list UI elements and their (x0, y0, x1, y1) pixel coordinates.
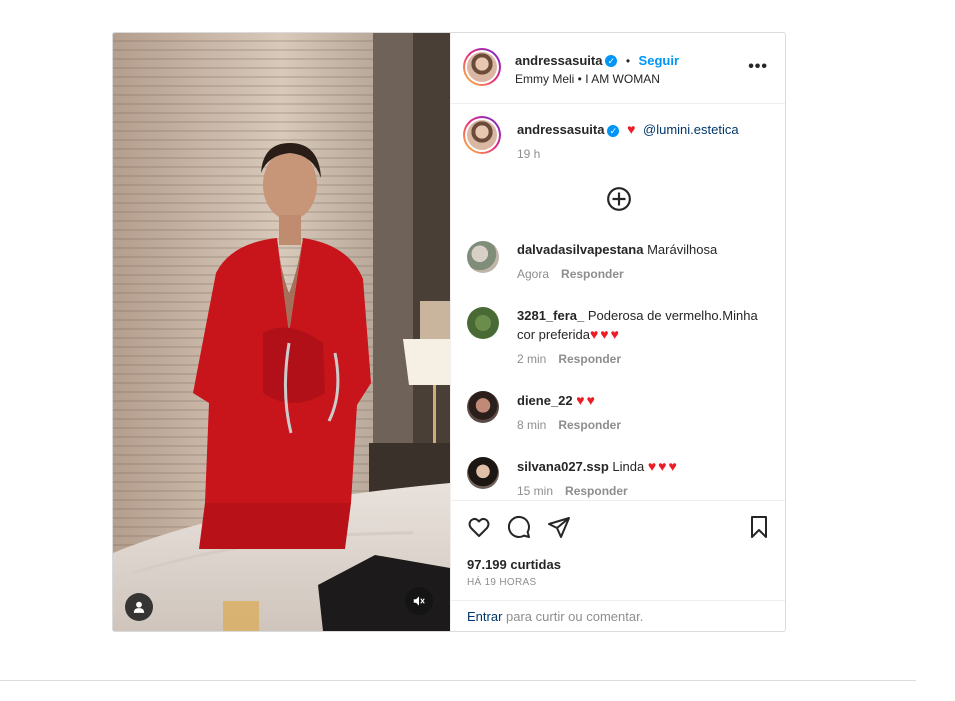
video-frame (113, 33, 450, 631)
dot-separator: • (625, 54, 631, 68)
caption-avatar[interactable] (463, 116, 501, 154)
audio-label[interactable]: Emmy Meli • I AM WOMAN (515, 72, 660, 86)
mute-button[interactable] (405, 587, 433, 615)
heart-icon[interactable] (467, 515, 491, 539)
caption-mention[interactable]: @lumini.estetica (643, 122, 739, 137)
comment-text: Linda (612, 459, 645, 474)
reply-button[interactable]: Responder (565, 484, 628, 498)
post-timestamp[interactable]: HÁ 19 HORAS (467, 577, 536, 588)
comment-item: diene_22 ♥♥ 8 min Responder (467, 391, 772, 441)
add-comment-icon[interactable] (606, 186, 632, 212)
comment-avatar[interactable] (467, 391, 499, 423)
verified-icon: ✓ (605, 54, 618, 67)
login-prompt: Entrar para curtir ou comentar. (451, 600, 785, 631)
comment-avatar[interactable] (467, 241, 499, 273)
caption-time[interactable]: 19 h (517, 145, 772, 163)
follow-button[interactable]: Seguir (639, 53, 679, 68)
comment-time[interactable]: 15 min (517, 484, 553, 498)
comment-avatar[interactable] (467, 307, 499, 339)
verified-icon: ✓ (607, 124, 620, 137)
author-username[interactable]: andressasuita (515, 53, 602, 68)
user-tag-icon (133, 601, 145, 613)
comment-time[interactable]: 2 min (517, 352, 546, 366)
reply-button[interactable]: Responder (558, 352, 621, 366)
post-card: andressasuita ✓ • Seguir Emmy Meli • I AM… (112, 32, 786, 632)
login-link[interactable]: Entrar (467, 609, 502, 624)
login-text: para curtir ou comentar. (502, 609, 644, 624)
heart-emoji: ♥♥ (576, 392, 597, 408)
caption-username[interactable]: andressasuita (517, 122, 604, 137)
author-avatar[interactable] (463, 48, 501, 86)
comment-username[interactable]: dalvadasilvapestana (517, 242, 643, 257)
heart-emoji: ♥♥♥ (647, 458, 679, 474)
more-icon[interactable]: ••• (748, 58, 768, 76)
comments-list[interactable]: andressasuita ✓ ♥ @lumini.estetica 19 h d… (451, 104, 785, 500)
heart-emoji: ♥♥♥ (589, 326, 621, 342)
comment-item: dalvadasilvapestana Marávilhosa Agora Res… (467, 241, 772, 291)
likes-count[interactable]: 97.199 curtidas (467, 557, 561, 572)
post-video[interactable] (113, 33, 450, 631)
comment-time[interactable]: Agora (517, 267, 549, 281)
comment-username[interactable]: silvana027.ssp (517, 459, 609, 474)
comment-text: Marávilhosa (647, 242, 718, 257)
footer-divider (0, 680, 916, 681)
post-header: andressasuita ✓ • Seguir Emmy Meli • I AM… (451, 33, 785, 104)
bookmark-icon[interactable] (747, 515, 771, 539)
tag-user-button[interactable] (125, 593, 153, 621)
comment-icon[interactable] (507, 515, 531, 539)
comment-time[interactable]: 8 min (517, 418, 546, 432)
share-icon[interactable] (547, 515, 571, 539)
comment-item: silvana027.ssp Linda ♥♥♥ 15 min Responder (467, 457, 772, 500)
reply-button[interactable]: Responder (558, 418, 621, 432)
comment-username[interactable]: diene_22 (517, 393, 573, 408)
heart-emoji: ♥ (627, 121, 636, 137)
action-bar: 97.199 curtidas HÁ 19 HORAS (451, 500, 785, 601)
comment-username[interactable]: 3281_fera_ (517, 308, 584, 323)
muted-icon (413, 596, 425, 606)
post-side-panel: andressasuita ✓ • Seguir Emmy Meli • I AM… (450, 33, 785, 631)
reply-button[interactable]: Responder (561, 267, 624, 281)
comment-item: 3281_fera_ Poderosa de vermelho.Minha co… (467, 307, 772, 377)
comment-avatar[interactable] (467, 457, 499, 489)
caption: andressasuita ✓ ♥ @lumini.estetica 19 h (463, 116, 772, 178)
